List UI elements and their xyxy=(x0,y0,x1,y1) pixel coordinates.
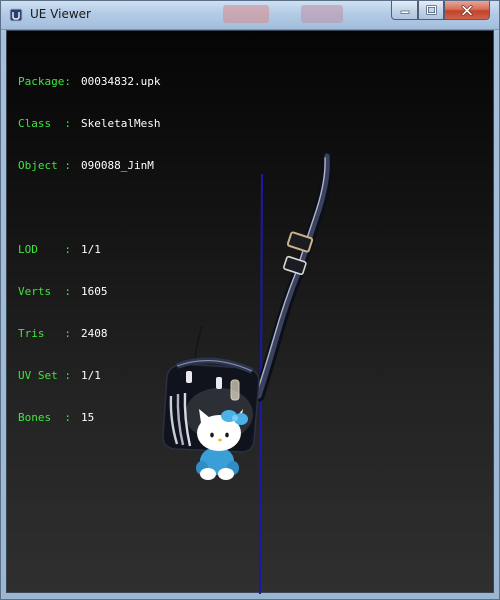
title-bar[interactable]: UE Viewer xyxy=(1,1,499,30)
mesh-render xyxy=(162,150,333,594)
title-bar-glass-reflection xyxy=(301,5,343,23)
app-window: UE Viewer Package: 00034832.upk Class : Sk… xyxy=(0,0,500,600)
minimize-icon xyxy=(400,10,409,14)
maximize-icon xyxy=(425,5,437,15)
viewer-app-icon[interactable] xyxy=(9,8,23,22)
bag-strap xyxy=(253,150,333,402)
window-title: UE Viewer xyxy=(30,7,91,21)
title-bar-glass-reflection xyxy=(223,5,269,23)
close-button[interactable] xyxy=(444,1,490,20)
maximize-button[interactable] xyxy=(418,1,444,20)
3d-viewport[interactable]: Package: 00034832.upk Class : SkeletalMesh… xyxy=(6,30,494,594)
minimize-button[interactable] xyxy=(391,1,418,20)
close-icon xyxy=(461,4,473,16)
